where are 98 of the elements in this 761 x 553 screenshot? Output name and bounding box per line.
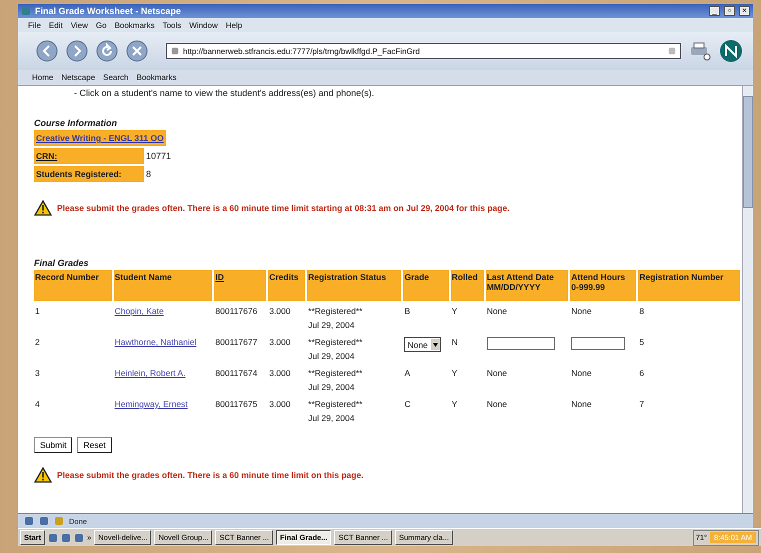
registration-date: Jul 29, 2004 <box>308 382 356 392</box>
registration-status: **Registered** <box>308 368 364 378</box>
student-id: 800117675 <box>214 398 258 411</box>
submit-button[interactable]: Submit <box>34 437 72 453</box>
column-header: Record Number <box>34 270 112 301</box>
grade: B <box>404 306 410 316</box>
attend-hours: None <box>571 399 592 409</box>
attend-hours: None <box>571 368 592 378</box>
quick-launch-icon <box>48 532 58 542</box>
credits: 3.000 <box>268 367 292 380</box>
student-name-link[interactable]: Heinlein, Robert A. <box>114 368 186 378</box>
student-name-link[interactable]: Hemingway, Ernest <box>114 399 188 409</box>
last-attend-date: None <box>486 368 508 378</box>
quick-launch-icon <box>74 532 84 542</box>
last-attend-date-field[interactable] <box>486 337 555 350</box>
field-label: CRN: <box>34 148 144 164</box>
student-id: 800117674 <box>214 367 258 380</box>
course-link[interactable]: Creative Writing - ENGL 311 OO <box>34 130 166 146</box>
registration-status: **Registered** <box>308 337 364 347</box>
menu-item[interactable]: Bookmarks <box>114 20 155 30</box>
warning-icon <box>34 467 52 483</box>
registration-number: 7 <box>638 398 646 411</box>
field-value: 10771 <box>146 151 172 161</box>
scrollbar-thumb[interactable] <box>743 96 753 208</box>
reload-button[interactable] <box>96 40 118 62</box>
registration-status: **Registered** <box>308 399 364 409</box>
menu-item[interactable]: Help <box>226 20 242 30</box>
dropdown-arrow-icon <box>432 342 438 346</box>
bookmark-toolbar-item[interactable]: Home <box>32 73 54 82</box>
status-icon <box>24 516 34 526</box>
bookmark-toolbar-item[interactable]: Bookmarks <box>136 73 177 82</box>
field-value: 8 <box>146 169 152 179</box>
field-label: Students Registered: <box>34 166 144 182</box>
student-id: 800117677 <box>214 336 258 349</box>
rolled: Y <box>450 367 458 380</box>
section-heading: Course Information <box>34 118 118 128</box>
student-name-link[interactable]: Hawthorne, Nathaniel <box>114 337 196 347</box>
student-name-link[interactable]: Chopin, Kate <box>114 306 164 316</box>
grade: C <box>404 399 411 409</box>
back-button[interactable] <box>36 40 58 62</box>
credits: 3.000 <box>268 336 292 349</box>
column-header: ID <box>214 270 266 301</box>
credits: 3.000 <box>268 398 292 411</box>
grade: A <box>404 368 410 378</box>
credits: 3.000 <box>268 305 292 318</box>
column-header: Credits <box>268 270 306 301</box>
registration-number: 5 <box>638 336 646 349</box>
warning-message: Please submit the grades often. There is a 60 minute time limit on this page. <box>57 470 364 480</box>
menu-item[interactable]: File <box>28 20 41 30</box>
column-header: Last Attend Date MM/DD/YYYY <box>486 270 568 301</box>
grade-dropdown[interactable]: None <box>404 337 441 352</box>
attend-hours-field[interactable] <box>571 337 626 350</box>
window-title: Final Grade Worksheet - Netscape <box>35 6 182 16</box>
attend-hours: None <box>571 306 592 316</box>
quick-launch-icon <box>61 532 72 542</box>
record-number: 1 <box>34 305 41 318</box>
warning-icon <box>34 200 52 216</box>
bookmark-toolbar-item[interactable]: Netscape <box>61 73 96 82</box>
rolled: Y <box>450 305 458 318</box>
column-header: Registration Number <box>638 270 740 301</box>
column-header: Student Name <box>114 270 212 301</box>
record-number: 3 <box>34 367 41 380</box>
registration-number: 6 <box>638 367 646 380</box>
forward-button[interactable] <box>66 40 88 62</box>
column-header: Attend Hours 0-999.99 <box>570 270 636 301</box>
record-number: 4 <box>34 398 41 411</box>
registration-date: Jul 29, 2004 <box>308 351 356 361</box>
address-field[interactable]: http://bannerweb.stfrancis.edu:7777/pls/trng/bwlkffgd.P_FacFinGrd <box>166 43 681 59</box>
last-attend-date: None <box>486 399 508 409</box>
registration-date: Jul 29, 2004 <box>308 320 356 330</box>
menu-item[interactable]: Go <box>96 20 107 30</box>
student-id: 800117676 <box>214 305 258 318</box>
rolled: N <box>450 336 459 349</box>
warning-message: Please submit the grades often. There is a 60 minute time limit starting at 08:31 am on Jul 29, 2004 for this page. <box>57 203 510 213</box>
menu-item[interactable]: Edit <box>48 20 63 30</box>
stop-button[interactable] <box>126 40 148 62</box>
instruction-text: - Click on a student's name to view the student's address(es) and phone(s). <box>74 88 376 98</box>
bookmark-toolbar-item[interactable]: Search <box>103 73 128 82</box>
record-number: 2 <box>34 336 41 349</box>
reset-button[interactable]: Reset <box>77 437 112 453</box>
close-button[interactable]: × <box>739 6 750 16</box>
registration-status: **Registered** <box>308 306 364 316</box>
registration-date: Jul 29, 2004 <box>308 413 356 423</box>
column-header: Grade <box>403 270 449 301</box>
print-icon[interactable] <box>689 41 711 61</box>
last-attend-date: None <box>486 306 508 316</box>
menu-item[interactable]: View <box>70 20 88 30</box>
status-icon <box>54 516 64 526</box>
maximize-button[interactable]: ▫ <box>724 6 735 16</box>
menu-item[interactable]: Window <box>189 20 218 30</box>
column-header: Rolled <box>450 270 484 301</box>
registration-number: 8 <box>638 305 646 318</box>
minimize-button[interactable]: _ <box>709 6 720 16</box>
netscape-logo-icon[interactable] <box>719 39 743 63</box>
menu-item[interactable]: Tools <box>162 20 182 30</box>
section-heading: Final Grades <box>34 258 90 268</box>
rolled: Y <box>450 398 458 411</box>
column-header: Registration Status <box>307 270 402 301</box>
